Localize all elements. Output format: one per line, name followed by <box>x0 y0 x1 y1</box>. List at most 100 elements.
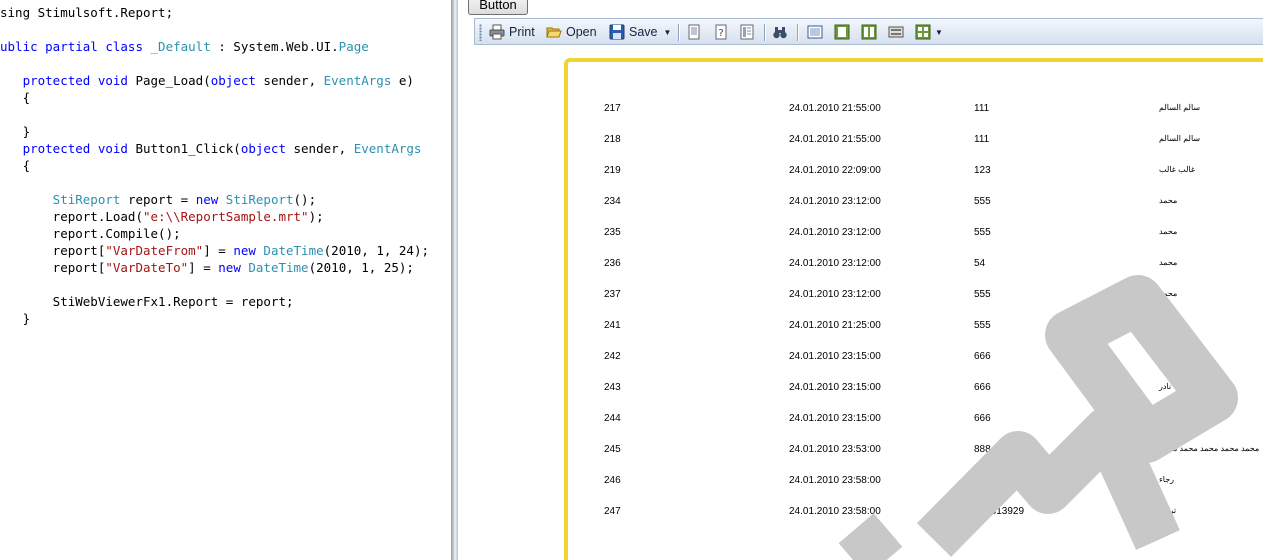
code-line: StiWebViewerFx1.Report = report; <box>0 293 294 310</box>
multi-page-button[interactable]: ▼ <box>915 23 943 41</box>
row-number: 555 <box>974 289 991 300</box>
row-number: 111 <box>974 134 990 145</box>
code-token: Button1_Click( <box>127 141 241 156</box>
code-line: ublic partial class _Default : System.We… <box>0 38 369 55</box>
code-token: DateTime <box>263 243 324 258</box>
floppy-disk-icon <box>609 24 625 40</box>
code-line: } <box>0 310 31 327</box>
code-token: report.Compile(); <box>0 226 181 241</box>
row-date: 24.01.2010 23:15:00 <box>789 351 881 362</box>
report-row: 241 24.01.2010 21:25:00 555 محمد <box>568 320 1263 334</box>
code-line: report["VarDateTo"] = new DateTime(2010,… <box>0 259 414 276</box>
report-viewer-area[interactable]: 217 24.01.2010 21:55:00 111 سالم السالم 218 2… <box>474 45 1263 560</box>
row-date: 24.01.2010 23:15:00 <box>789 413 881 424</box>
report-row: 235 24.01.2010 23:12:00 555 محمد <box>568 227 1263 241</box>
report-row: 237 24.01.2010 23:12:00 555 محمد <box>568 289 1263 303</box>
page-icon <box>686 24 702 40</box>
pane-splitter[interactable] <box>451 0 458 560</box>
row-number: 54 <box>974 258 986 269</box>
help-page-button[interactable]: ? <box>713 23 729 41</box>
chevron-down-icon[interactable]: ▼ <box>935 28 943 37</box>
row-name: محمد <box>1159 289 1178 298</box>
row-name: محمد <box>1159 196 1178 205</box>
code-token: "e:\\ReportSample.mrt" <box>143 209 309 224</box>
code-token: sender, <box>255 73 324 88</box>
row-date: 24.01.2010 23:15:00 <box>789 382 881 393</box>
grid-pages-icon <box>915 24 931 40</box>
row-date: 24.01.2010 23:12:00 <box>789 196 881 207</box>
code-token: protected void <box>0 73 128 88</box>
row-id: 219 <box>604 165 621 176</box>
open-button[interactable]: Open <box>546 23 597 41</box>
code-token: { <box>0 90 31 105</box>
report-row: 236 24.01.2010 23:12:00 54 محمد <box>568 258 1263 272</box>
code-token: (2010, 1, 25); <box>308 260 414 275</box>
row-number: 888 <box>974 444 991 455</box>
page-list-button[interactable] <box>739 23 755 41</box>
view-mode-2-button[interactable] <box>834 23 850 41</box>
code-token: _Default <box>150 39 211 54</box>
code-token: report[ <box>0 260 106 275</box>
report-row: 244 24.01.2010 23:15:00 666 نادر <box>568 413 1263 427</box>
report-row: 217 24.01.2010 21:55:00 111 سالم السالم <box>568 103 1263 117</box>
toolbar-separator <box>764 24 765 41</box>
binoculars-icon <box>772 24 788 40</box>
row-number: 555 <box>974 227 991 238</box>
report-row: 245 24.01.2010 23:53:00 888 محمد محمد محمد … <box>568 444 1263 458</box>
code-token: object <box>210 73 256 88</box>
find-button[interactable] <box>772 23 788 41</box>
code-token: protected void <box>0 141 128 156</box>
svg-text:?: ? <box>718 28 723 39</box>
row-number: 666 <box>974 382 991 393</box>
code-token: Page <box>338 39 369 54</box>
code-token: report[ <box>0 243 106 258</box>
report-row: 218 24.01.2010 21:55:00 111 سالم السالم <box>568 134 1263 148</box>
code-line: sing Stimulsoft.Report; <box>0 4 173 21</box>
page-question-icon: ? <box>713 24 729 40</box>
row-name: سالم السالم <box>1159 134 1201 143</box>
single-page-button[interactable] <box>686 23 702 41</box>
code-token: new <box>195 192 219 207</box>
row-name: محمد <box>1159 227 1178 236</box>
row-name: رجاء <box>1159 475 1175 484</box>
code-token: "VarDateTo" <box>105 260 189 275</box>
code-token: ublic partial class <box>0 39 151 54</box>
row-id: 237 <box>604 289 621 300</box>
row-number: 424830025 <box>974 475 1025 486</box>
row-id: 244 <box>604 413 621 424</box>
page-list-icon <box>739 24 755 40</box>
code-editor[interactable]: sing Stimulsoft.Report; ublic partial cla… <box>0 0 451 560</box>
row-date: 24.01.2010 21:55:00 <box>789 103 881 114</box>
row-date: 24.01.2010 23:53:00 <box>789 444 881 455</box>
row-id: 243 <box>604 382 621 393</box>
toolbar-separator <box>797 24 798 41</box>
chevron-down-icon[interactable]: ▼ <box>664 28 672 37</box>
viewer-toolbar: Print Open Save ▼ ? ▼ <box>474 18 1263 45</box>
row-number: 555 <box>974 320 991 331</box>
two-pages-icon <box>861 24 877 40</box>
code-token: DateTime <box>248 260 309 275</box>
code-token: object <box>240 141 286 156</box>
view-mode-1-button[interactable] <box>807 23 823 41</box>
report-row: 234 24.01.2010 23:12:00 555 محمد <box>568 196 1263 210</box>
toolbar-grip[interactable] <box>479 24 482 41</box>
code-token: EventArgs <box>323 73 392 88</box>
view-mode-3-button[interactable] <box>861 23 877 41</box>
code-token: e) <box>391 73 414 88</box>
print-button[interactable]: Print <box>489 23 535 41</box>
page-button[interactable]: Button <box>468 0 528 15</box>
row-date: 24.01.2010 21:55:00 <box>789 134 881 145</box>
save-button[interactable]: Save ▼ <box>609 23 671 41</box>
code-token: StiWebViewerFx1.Report = report; <box>0 294 294 309</box>
report-row: 219 24.01.2010 22:09:00 123 غالب غالب <box>568 165 1263 179</box>
toolbar-separator <box>678 24 679 41</box>
row-id: 217 <box>604 103 621 114</box>
row-date: 24.01.2010 23:12:00 <box>789 289 881 300</box>
row-name: تركية <box>1159 506 1177 515</box>
view-mode-4-button[interactable] <box>888 23 904 41</box>
code-token: ] = <box>188 260 219 275</box>
code-token: } <box>0 311 31 326</box>
open-label: Open <box>566 25 597 39</box>
window-icon <box>807 24 823 40</box>
